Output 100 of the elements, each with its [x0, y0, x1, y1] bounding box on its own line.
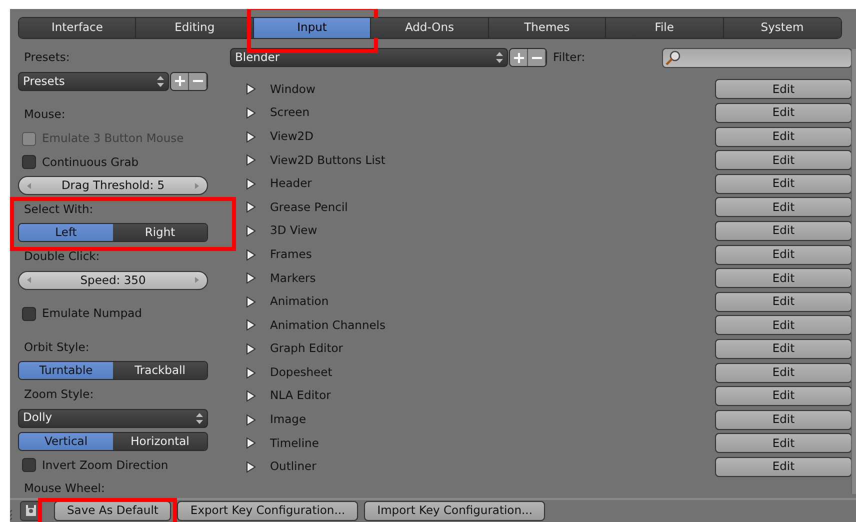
spinner-icon — [496, 52, 503, 64]
footer-button[interactable]: Export Key Configuration... — [177, 501, 358, 521]
dropdown-value: Dolly — [23, 409, 52, 426]
checkbox[interactable] — [22, 458, 36, 472]
checkbox[interactable] — [22, 155, 36, 170]
footer-button[interactable]: Save As Default — [54, 501, 172, 521]
edit-button[interactable]: Edit — [715, 433, 852, 454]
collapsed-triangle-icon[interactable] — [246, 296, 256, 308]
tab[interactable]: Editing — [136, 18, 254, 38]
collapsed-triangle-icon[interactable] — [246, 390, 256, 402]
keymap-name: Dopesheet — [270, 364, 332, 381]
tab[interactable]: System — [724, 18, 841, 38]
edit-button[interactable]: Edit — [715, 292, 852, 312]
edit-button[interactable]: Edit — [715, 338, 852, 359]
right-arrow-icon — [195, 277, 199, 284]
keymap-name: View2D Buttons List — [270, 152, 386, 169]
keymap-name: View2D — [270, 128, 314, 145]
dropdown[interactable]: Blender — [230, 48, 508, 68]
collapsed-triangle-icon[interactable] — [246, 83, 256, 96]
add-button[interactable] — [510, 49, 528, 66]
collapsed-triangle-icon[interactable] — [246, 106, 256, 119]
dropdown-value: Blender — [235, 49, 280, 66]
keymap-name: Frames — [270, 246, 312, 263]
field-label: Zoom Style: — [23, 386, 94, 403]
keymap-name: Outliner — [270, 458, 316, 476]
keymap-name: Animation — [270, 293, 329, 310]
keymap-name: Timeline — [270, 434, 319, 452]
keymap-name: Image — [270, 411, 306, 428]
edit-button[interactable]: Edit — [715, 244, 852, 265]
edit-button[interactable]: Edit — [715, 150, 852, 170]
right-arrow-icon — [194, 182, 199, 189]
collapsed-triangle-icon[interactable] — [246, 178, 256, 190]
keymap-name: Markers — [270, 270, 316, 287]
toggle-option[interactable]: Right — [113, 224, 207, 242]
edit-button[interactable]: Edit — [715, 362, 852, 383]
tab[interactable]: Interface — [19, 18, 136, 38]
edit-button[interactable]: Edit — [715, 268, 852, 288]
edit-button[interactable]: Edit — [715, 456, 852, 477]
collapsed-triangle-icon[interactable] — [246, 437, 256, 450]
edit-button[interactable]: Edit — [715, 386, 852, 406]
field-label: Mouse: — [23, 106, 66, 124]
tab[interactable]: Add-Ons — [371, 18, 489, 38]
collapsed-triangle-icon[interactable] — [246, 130, 256, 143]
keymap-name: Window — [270, 80, 316, 98]
edit-button[interactable]: Edit — [715, 315, 852, 336]
collapsed-triangle-icon[interactable] — [246, 460, 256, 473]
field-label: Select With: — [23, 200, 94, 218]
toggle-option[interactable]: Trackball — [113, 362, 207, 380]
collapsed-triangle-icon[interactable] — [246, 366, 256, 379]
tab[interactable]: Input — [254, 18, 372, 38]
keymap-name: Animation Channels — [270, 316, 386, 334]
filter-field[interactable] — [662, 48, 852, 68]
field-label: Double Click: — [23, 248, 100, 265]
number-field[interactable]: Speed: 350 — [18, 270, 208, 290]
filter-label: Filter: — [553, 49, 586, 66]
checkbox[interactable] — [22, 306, 36, 321]
edit-button[interactable]: Edit — [715, 220, 852, 241]
checkbox-label: Invert Zoom Direction — [42, 456, 168, 474]
edit-button[interactable]: Edit — [715, 197, 852, 218]
left-arrow-icon — [27, 182, 31, 189]
tab[interactable]: Themes — [488, 18, 606, 38]
remove-button[interactable] — [189, 72, 207, 90]
spinner-icon — [196, 412, 203, 424]
toggle-option[interactable]: Turntable — [19, 362, 113, 380]
spinner-icon — [157, 76, 164, 87]
keymap-name: Graph Editor — [270, 340, 343, 358]
edit-button[interactable]: Edit — [715, 410, 852, 430]
add-button[interactable] — [171, 72, 189, 90]
collapsed-triangle-icon[interactable] — [246, 414, 256, 426]
keymap-name: Grease Pencil — [270, 198, 348, 216]
toggle-option[interactable]: Left — [19, 224, 113, 242]
checkbox-label: Continuous Grab — [42, 154, 139, 171]
toggle-option[interactable]: Vertical — [19, 433, 113, 450]
tab[interactable]: File — [606, 18, 724, 38]
field-label: Mouse Wheel: — [23, 480, 105, 498]
number-field[interactable]: Drag Threshold: 5 — [18, 176, 208, 196]
edit-button[interactable]: Edit — [715, 174, 852, 194]
remove-button[interactable] — [528, 49, 546, 66]
dropdown[interactable]: Dolly — [18, 408, 208, 428]
collapsed-triangle-icon[interactable] — [246, 272, 256, 284]
dropdown-value: Presets — [23, 72, 65, 90]
collapsed-triangle-icon[interactable] — [246, 224, 256, 237]
collapsed-triangle-icon[interactable] — [246, 201, 256, 214]
checkbox-label: Emulate Numpad — [42, 305, 142, 322]
dropdown[interactable]: Presets — [18, 72, 169, 91]
footer-button[interactable]: Import Key Configuration... — [364, 501, 546, 521]
toggle-option[interactable]: Horizontal — [113, 433, 207, 450]
collapsed-triangle-icon[interactable] — [246, 319, 256, 332]
keymap-name: Header — [270, 175, 312, 192]
edit-button[interactable]: Edit — [715, 102, 852, 123]
keymap-name: NLA Editor — [270, 387, 331, 404]
search-icon — [665, 50, 681, 66]
field-label: Presets: — [23, 49, 70, 66]
edit-button[interactable]: Edit — [715, 126, 852, 147]
collapsed-triangle-icon[interactable] — [246, 342, 256, 355]
collapsed-triangle-icon[interactable] — [246, 154, 256, 166]
scrollbar[interactable] — [851, 49, 856, 494]
keymap-name: 3D View — [270, 222, 318, 240]
edit-button[interactable]: Edit — [715, 79, 852, 100]
collapsed-triangle-icon[interactable] — [246, 248, 256, 261]
